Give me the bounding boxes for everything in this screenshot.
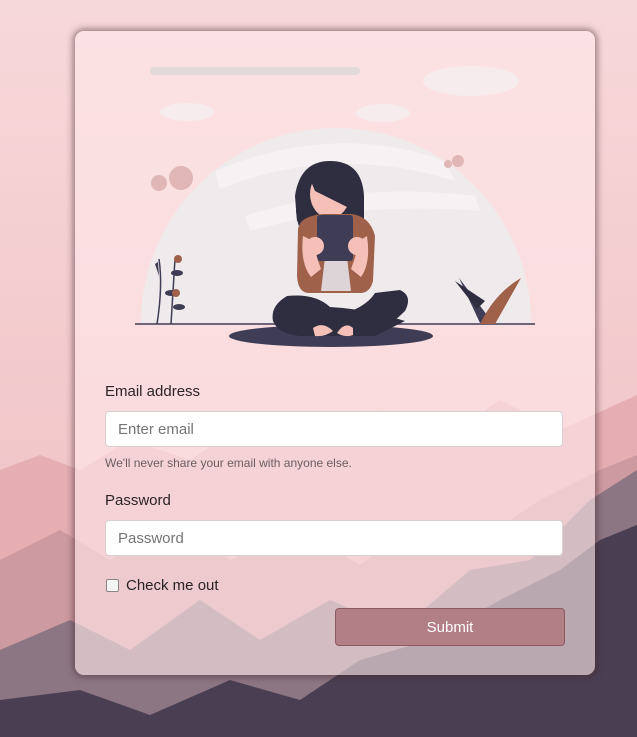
email-input[interactable] xyxy=(105,411,563,447)
remember-checkbox[interactable] xyxy=(106,579,119,592)
email-help-text: We'll never share your email with anyone… xyxy=(105,456,352,470)
login-card: Email address We'll never share your ema… xyxy=(75,31,595,675)
email-label: Email address xyxy=(105,383,201,400)
woman-reading-illustration xyxy=(135,66,535,347)
password-input[interactable] xyxy=(105,520,563,556)
submit-button[interactable]: Submit xyxy=(335,608,565,646)
remember-label[interactable]: Check me out xyxy=(126,577,219,594)
remember-checkbox-row: Check me out xyxy=(106,577,219,594)
password-label: Password xyxy=(105,492,171,509)
